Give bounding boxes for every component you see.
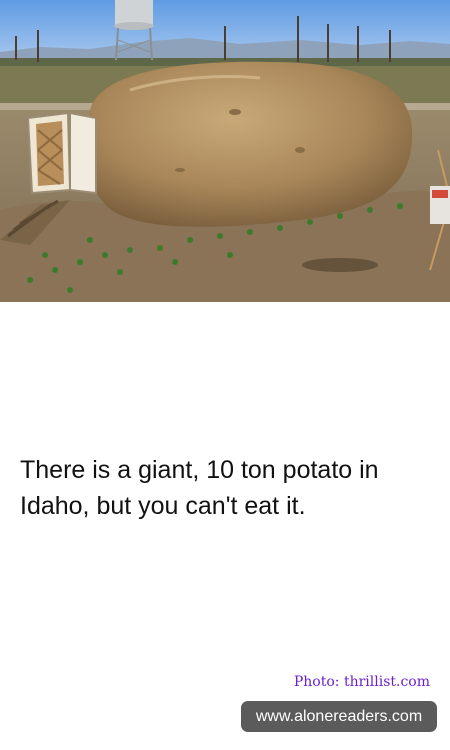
giant-potato-photo — [0, 0, 450, 302]
photo-credit: Photo: thrillist.com — [293, 674, 430, 690]
site-watermark: www.alonereaders.com — [241, 701, 437, 732]
caption-text: There is a giant, 10 ton potato in Idaho… — [20, 456, 379, 520]
